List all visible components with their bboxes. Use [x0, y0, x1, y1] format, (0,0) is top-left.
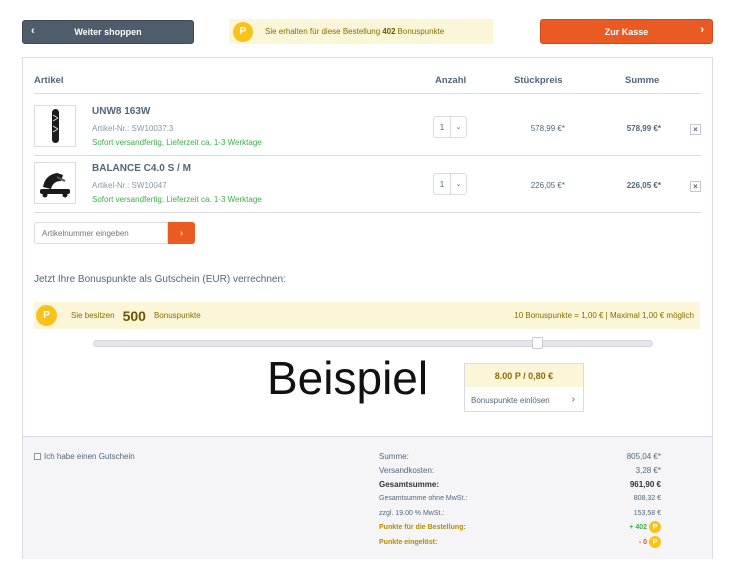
summary-row-points-earned: Punkte für die Bestellung: + 402 P [379, 520, 661, 534]
delivery-status: Sofort versandfertig, Lieferzeit ca. 1-3… [92, 138, 262, 147]
product-number: Artikel-Nr.: SW10047 [92, 181, 167, 190]
header-article: Artikel [34, 75, 64, 86]
chevron-right-icon: › [571, 394, 575, 405]
points-coin-icon: P [649, 536, 661, 548]
redeem-points-title: Jetzt Ihre Bonuspunkte als Gutschein (EU… [34, 274, 286, 285]
owned-points-text-pre: Sie besitzen [71, 311, 115, 320]
cart-panel: Artikel Anzahl Stückpreis Summe UNW8 163… [22, 57, 713, 559]
checkout-button[interactable]: Zur Kasse › [540, 19, 713, 44]
bonus-banner-text-post: Bonuspunkte [397, 27, 445, 36]
summary-row-vat: zzgl. 19.00 % MwSt.: 153,58 € [379, 506, 661, 520]
summary-label: Gesamtsumme ohne MwSt.: [379, 494, 468, 502]
product-name[interactable]: UNW8 163W [92, 106, 150, 117]
header-total: Summe [625, 75, 660, 86]
slider-value: 8.00 P / 0,80 € [465, 364, 583, 387]
product-image-snowboard[interactable] [34, 105, 76, 147]
unit-price: 226,05 €* [530, 181, 565, 190]
owned-points-value: 500 [122, 307, 146, 324]
summary-label: Summe: [379, 451, 409, 461]
bonus-points-banner: P Sie erhalten für diese Bestellung 402 … [229, 19, 493, 44]
summary-row-shipping: Versandkosten: 3,28 €* [379, 463, 661, 477]
checkout-label: Zur Kasse [604, 26, 649, 37]
remove-item-icon[interactable]: × [690, 181, 701, 192]
points-coin-icon: P [649, 521, 661, 533]
summary-label: Punkte für die Bestellung: [379, 523, 466, 531]
product-image-binding[interactable] [34, 162, 76, 204]
points-conversion-rate: 10 Bonuspunkte = 1,00 € | Maximal 1,00 €… [514, 311, 694, 320]
chevron-down-icon: ⌄ [450, 174, 466, 194]
summary-row-points-redeemed: Punkte eingelöst: - 0 P [379, 535, 661, 549]
chevron-down-icon: ⌄ [450, 117, 466, 137]
checkbox-icon[interactable] [34, 453, 41, 460]
slider-value-popover: 8.00 P / 0,80 € Bonuspunkte einlösen › [464, 363, 584, 412]
points-coin-icon: P [233, 21, 253, 42]
points-coin-icon: P [36, 305, 57, 326]
article-number-input[interactable] [34, 222, 168, 244]
header-unit-price: Stückpreis [514, 75, 563, 86]
redeem-points-label: Bonuspunkte einlösen [471, 395, 550, 405]
summary-label: Versandkosten: [379, 465, 435, 475]
product-number: Artikel-Nr.: SW10037.3 [92, 124, 174, 133]
product-name[interactable]: BALANCE C4.0 S / M [92, 163, 191, 174]
voucher-label: Ich habe einen Gutschein [44, 452, 135, 461]
remove-item-icon[interactable]: × [690, 124, 701, 135]
summary-value: 805,04 €* [626, 451, 661, 461]
redeem-points-button[interactable]: Bonuspunkte einlösen › [465, 387, 583, 413]
voucher-checkbox[interactable]: Ich habe einen Gutschein [34, 452, 135, 461]
delivery-status: Sofort versandfertig, Lieferzeit ca. 1-3… [92, 195, 262, 204]
summary-value: - 0 [638, 538, 647, 546]
summary-label: Gesamtsumme: [379, 479, 440, 489]
quantity-value: 1 [439, 179, 445, 189]
chevron-left-icon: ‹ [31, 25, 35, 37]
summary-row-net: Gesamtsumme ohne MwSt.: 808,32 € [379, 491, 661, 505]
bonus-points-bar: P Sie besitzen 500 Bonuspunkte 10 Bonusp… [34, 302, 700, 329]
chevron-right-icon: › [700, 24, 704, 36]
quantity-select[interactable]: 1 ⌄ [433, 116, 467, 138]
order-summary: Ich habe einen Gutschein Summe: 805,04 €… [23, 436, 712, 559]
cart-item: BALANCE C4.0 S / M Artikel-Nr.: SW10047 … [34, 151, 701, 207]
summary-label: Punkte eingelöst: [379, 538, 438, 546]
watermark-text: Beispiel [267, 352, 429, 404]
quantity-value: 1 [439, 122, 445, 132]
bonus-banner-text-pre: Sie erhalten für diese Bestellung [265, 27, 381, 36]
summary-value: 808,32 € [633, 494, 661, 502]
continue-shopping-button[interactable]: ‹ Weiter shoppen [22, 20, 194, 44]
summary-row-subtotal: Summe: 805,04 €* [379, 449, 661, 463]
divider [34, 212, 701, 213]
header-quantity: Anzahl [435, 75, 467, 86]
unit-price: 578,99 €* [530, 124, 565, 133]
summary-value: 3,28 €* [635, 465, 661, 475]
summary-value: + 402 [629, 523, 647, 531]
summary-label: zzgl. 19.00 % MwSt.: [379, 509, 445, 517]
summary-value: 153,58 € [633, 509, 661, 517]
summary-value: 961,90 € [629, 479, 661, 489]
summary-row-grand-total: Gesamtsumme: 961,90 € [379, 477, 661, 491]
bonus-banner-points: 402 [382, 27, 396, 36]
line-total: 578,99 €* [626, 124, 661, 133]
points-slider-handle[interactable] [532, 337, 544, 349]
cart-item: UNW8 163W Artikel-Nr.: SW10037.3 Sofort … [34, 94, 701, 150]
points-slider-track[interactable] [93, 340, 653, 347]
line-total: 226,05 €* [626, 181, 661, 190]
quantity-select[interactable]: 1 ⌄ [433, 173, 467, 195]
owned-points-text-post: Bonuspunkte [153, 311, 201, 320]
continue-shopping-label: Weiter shoppen [74, 27, 142, 37]
add-article-button[interactable]: › [168, 222, 195, 244]
chevron-right-icon: › [179, 227, 184, 239]
